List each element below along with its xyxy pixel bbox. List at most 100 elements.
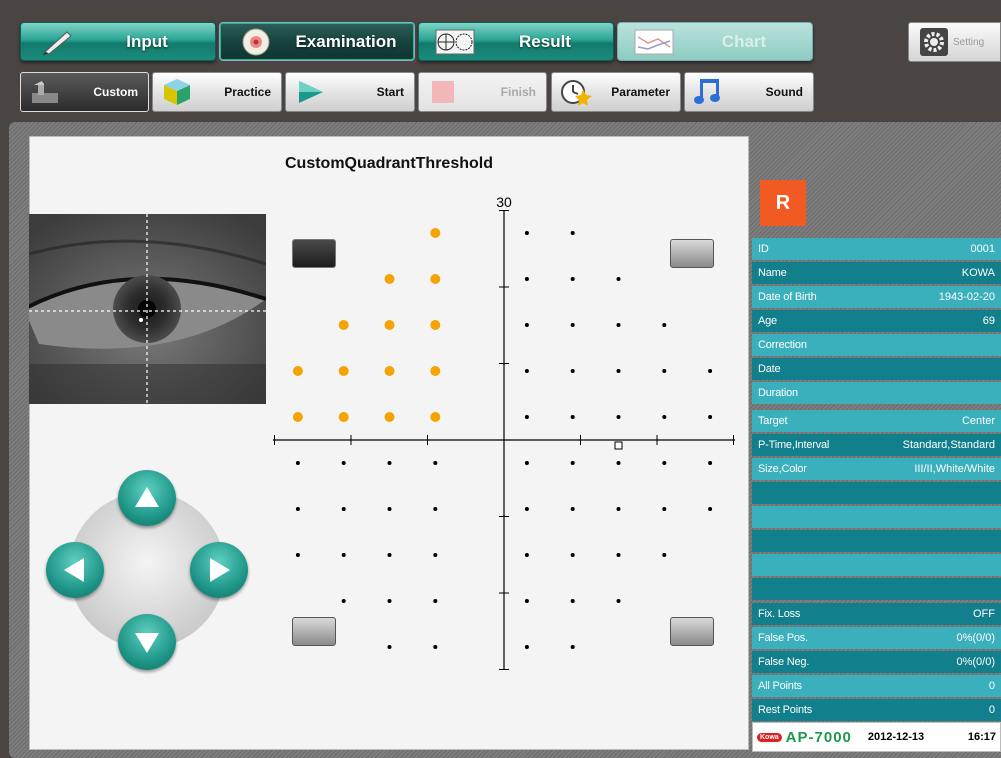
stop-icon xyxy=(423,75,463,109)
test-point xyxy=(387,461,392,465)
scale-label: 30 xyxy=(496,194,512,210)
test-point xyxy=(616,277,621,281)
patient-row: Date xyxy=(752,358,1001,380)
reliability-value: 0%(0/0) xyxy=(956,656,995,668)
reliability-row: Rest Points 0 xyxy=(752,699,1001,721)
tab-input-label: Input xyxy=(126,31,168,51)
tab-input[interactable]: Input xyxy=(20,22,216,61)
test-point xyxy=(341,599,346,603)
tab-examination-label: Examination xyxy=(295,31,397,51)
practice-button-label: Practice xyxy=(224,85,271,99)
test-point xyxy=(708,507,713,511)
test-point xyxy=(341,461,346,465)
test-point xyxy=(430,412,441,422)
move-right-button[interactable] xyxy=(190,542,248,598)
stimulus-row xyxy=(752,506,1001,528)
stimulus-value: Standard,Standard xyxy=(902,439,995,451)
patient-row: Age 69 xyxy=(752,310,1001,332)
clock-parameter-icon xyxy=(556,75,596,109)
tab-result[interactable]: Result xyxy=(418,22,614,61)
test-point xyxy=(662,507,667,511)
test-point xyxy=(433,553,438,557)
finish-button[interactable]: Finish xyxy=(418,72,547,112)
test-point xyxy=(430,320,441,330)
test-point xyxy=(570,645,575,649)
test-point xyxy=(570,553,575,557)
test-point xyxy=(708,461,713,465)
test-point xyxy=(433,645,438,649)
move-up-button[interactable] xyxy=(118,470,176,526)
eye-side-badge: R xyxy=(760,180,806,226)
test-point xyxy=(616,507,621,511)
test-point xyxy=(570,507,575,511)
chart-title: CustomQuadrantThreshold xyxy=(284,155,493,172)
test-point xyxy=(338,320,349,330)
sound-button-label: Sound xyxy=(765,85,803,99)
patient-row: ID 0001 xyxy=(752,238,1001,260)
patient-key: Name xyxy=(758,267,787,279)
start-button-label: Start xyxy=(376,85,404,99)
test-point xyxy=(433,599,438,603)
sound-button[interactable]: Sound xyxy=(684,72,814,112)
test-point xyxy=(570,323,575,327)
move-left-button[interactable] xyxy=(46,542,104,598)
test-point xyxy=(524,507,529,511)
stimulus-row xyxy=(752,554,1001,576)
test-point xyxy=(570,231,575,235)
settings-button[interactable]: Setting xyxy=(908,22,1001,62)
reliability-key: All Points xyxy=(758,680,802,692)
visual-field-plot: 30 xyxy=(273,194,735,670)
play-icon xyxy=(290,75,330,109)
test-point xyxy=(295,507,300,511)
reliability-value: 0 xyxy=(988,680,995,692)
gear-icon xyxy=(919,27,949,57)
arrow-up-icon xyxy=(135,487,159,507)
test-point xyxy=(524,645,529,649)
stimulus-value: III/II,White/White xyxy=(914,463,995,475)
test-point xyxy=(384,320,395,330)
test-point xyxy=(662,553,667,557)
move-down-button[interactable] xyxy=(118,614,176,670)
test-point xyxy=(387,645,392,649)
reliability-row: False Pos. 0%(0/0) xyxy=(752,627,1001,649)
start-button[interactable]: Start xyxy=(285,72,415,112)
eye-exam-icon xyxy=(234,27,278,57)
patient-key: ID xyxy=(758,243,769,255)
test-point xyxy=(341,553,346,557)
parameter-button[interactable]: Parameter xyxy=(551,72,681,112)
reliability-value: OFF xyxy=(973,608,995,620)
test-point xyxy=(524,231,529,235)
test-point xyxy=(338,412,349,422)
test-point xyxy=(524,369,529,373)
patient-key: Date xyxy=(758,363,781,375)
reliability-key: False Pos. xyxy=(758,632,808,644)
custom-button[interactable]: Custom xyxy=(20,72,149,112)
test-point xyxy=(570,599,575,603)
practice-book-icon xyxy=(157,75,197,109)
stimulus-value: Center xyxy=(961,415,995,427)
tab-chart[interactable]: Chart xyxy=(617,22,813,61)
test-point xyxy=(570,415,575,419)
test-point xyxy=(570,277,575,281)
reliability-key: Fix. Loss xyxy=(758,608,801,620)
test-point xyxy=(662,415,667,419)
stimulus-row xyxy=(752,530,1001,552)
stimulus-row: Size,Color III/II,White/White xyxy=(752,458,1001,480)
finish-button-label: Finish xyxy=(500,85,536,99)
test-point xyxy=(616,415,621,419)
test-point xyxy=(341,507,346,511)
practice-button[interactable]: Practice xyxy=(152,72,282,112)
test-point xyxy=(384,366,395,376)
test-point xyxy=(338,366,349,376)
test-point xyxy=(616,323,621,327)
reliability-value: 0%(0/0) xyxy=(956,632,995,644)
test-point xyxy=(662,369,667,373)
tab-examination[interactable]: Examination xyxy=(219,22,415,61)
tab-chart-label: Chart xyxy=(721,31,767,51)
test-point xyxy=(662,323,667,327)
test-point xyxy=(616,461,621,465)
line-chart-icon xyxy=(632,27,676,57)
test-point xyxy=(433,507,438,511)
test-point xyxy=(384,412,395,422)
reliability-row: All Points 0 xyxy=(752,675,1001,697)
